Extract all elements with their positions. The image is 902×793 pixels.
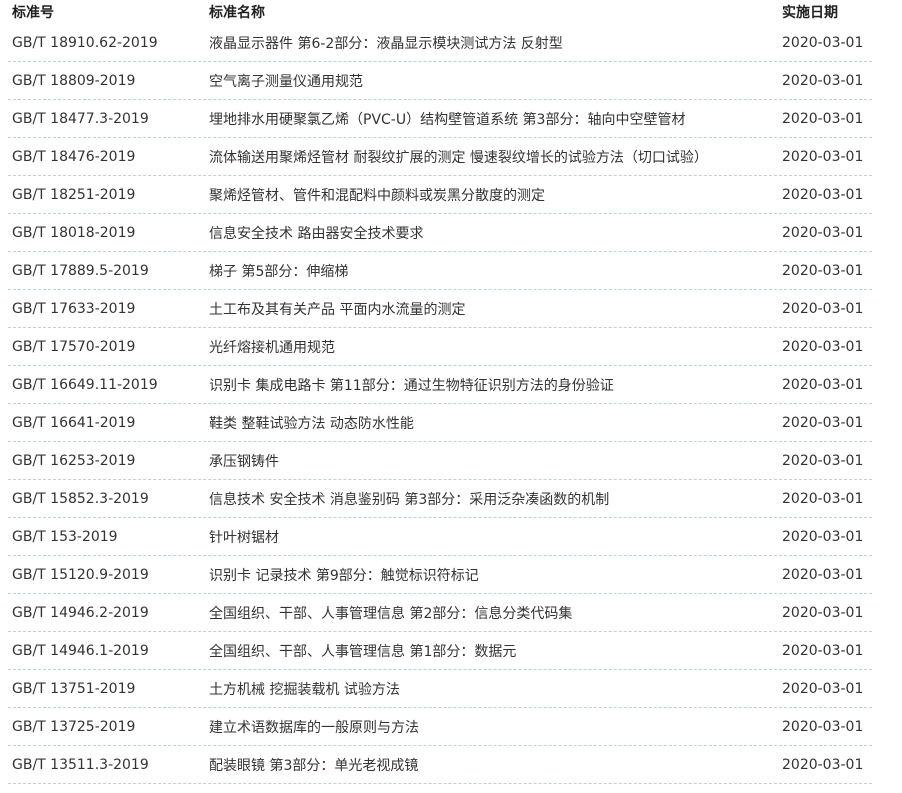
standard-name-link[interactable]: 信息安全技术 路由器安全技术要求 xyxy=(208,223,780,243)
standard-name-link[interactable]: 承压钢铸件 xyxy=(208,451,780,471)
implementation-date: 2020-03-01 xyxy=(782,566,864,583)
implementation-date: 2020-03-01 xyxy=(782,34,864,51)
standard-name-link[interactable]: 识别卡 记录技术 第9部分：触觉标识符标记 xyxy=(208,565,780,585)
standard-number-link[interactable]: GB/T 17633-2019 xyxy=(8,301,208,317)
table-row: GB/T 15120.9-2019 识别卡 记录技术 第9部分：触觉标识符标记 20… xyxy=(8,556,872,594)
implementation-date: 2020-03-01 xyxy=(782,680,864,697)
standard-name-link[interactable]: 光纤熔接机通用规范 xyxy=(208,337,780,357)
standard-name-link[interactable]: 空气离子测量仪通用规范 xyxy=(208,71,780,91)
table-row: GB/T 153-2019 针叶树锯材 2020-03-01 xyxy=(8,518,872,556)
implementation-date: 2020-03-01 xyxy=(782,642,864,659)
standard-name-link[interactable]: 全国组织、干部、人事管理信息 第1部分：数据元 xyxy=(208,641,780,661)
standard-name-link[interactable]: 流体输送用聚烯烃管材 耐裂纹扩展的测定 慢速裂纹增长的试验方法（切口试验） xyxy=(208,147,780,167)
implementation-date: 2020-03-01 xyxy=(782,376,864,393)
table-row: GB/T 14946.2-2019 全国组织、干部、人事管理信息 第2部分：信息分… xyxy=(8,594,872,632)
table-row: GB/T 13511.3-2019 配装眼镜 第3部分：单光老视成镜 2020-03… xyxy=(8,746,872,784)
table-row: GB/T 18477.3-2019 埋地排水用硬聚氯乙烯（PVC-U）结构壁管道系… xyxy=(8,100,872,138)
standard-name-link[interactable]: 针叶树锯材 xyxy=(208,527,780,547)
standard-name-link[interactable]: 识别卡 集成电路卡 第11部分：通过生物特征识别方法的身份验证 xyxy=(208,375,780,395)
standard-name-link[interactable]: 信息技术 安全技术 消息鉴别码 第3部分：采用泛杂凑函数的机制 xyxy=(208,489,780,509)
implementation-date: 2020-03-01 xyxy=(782,338,864,355)
standard-name-link[interactable]: 土方机械 挖掘装载机 试验方法 xyxy=(208,679,780,699)
table-row: GB/T 13725-2019 建立术语数据库的一般原则与方法 2020-03-01 xyxy=(8,708,872,746)
table-row: GB/T 15852.3-2019 信息技术 安全技术 消息鉴别码 第3部分：采用… xyxy=(8,480,872,518)
standard-name-link[interactable]: 配装眼镜 第3部分：单光老视成镜 xyxy=(208,755,780,775)
implementation-date: 2020-03-01 xyxy=(782,414,864,431)
table-row: GB/T 16253-2019 承压钢铸件 2020-03-01 xyxy=(8,442,872,480)
table-row: GB/T 18910.62-2019 液晶显示器件 第6-2部分：液晶显示模块测试… xyxy=(8,24,872,62)
implementation-date: 2020-03-01 xyxy=(782,72,864,89)
standard-name-link[interactable]: 埋地排水用硬聚氯乙烯（PVC-U）结构壁管道系统 第3部分：轴向中空壁管材 xyxy=(208,109,780,129)
table-row: GB/T 13751-2019 土方机械 挖掘装载机 试验方法 2020-03-01 xyxy=(8,670,872,708)
standard-name-link[interactable]: 土工布及其有关产品 平面内水流量的测定 xyxy=(208,299,780,319)
standard-number-link[interactable]: GB/T 15120.9-2019 xyxy=(8,567,208,583)
standard-number-link[interactable]: GB/T 16253-2019 xyxy=(8,453,208,469)
table-row: GB/T 14946.1-2019 全国组织、干部、人事管理信息 第1部分：数据元… xyxy=(8,632,872,670)
table-body: GB/T 18910.62-2019 液晶显示器件 第6-2部分：液晶显示模块测试… xyxy=(8,24,872,784)
table-row: GB/T 16641-2019 鞋类 整鞋试验方法 动态防水性能 2020-03-0… xyxy=(8,404,872,442)
standard-number-link[interactable]: GB/T 18476-2019 xyxy=(8,149,208,165)
standard-number-link[interactable]: GB/T 15852.3-2019 xyxy=(8,491,208,507)
standard-number-link[interactable]: GB/T 17570-2019 xyxy=(8,339,208,355)
table-row: GB/T 17570-2019 光纤熔接机通用规范 2020-03-01 xyxy=(8,328,872,366)
implementation-date: 2020-03-01 xyxy=(782,756,864,773)
table-row: GB/T 18476-2019 流体输送用聚烯烃管材 耐裂纹扩展的测定 慢速裂纹增… xyxy=(8,138,872,176)
table-row: GB/T 17889.5-2019 梯子 第5部分：伸缩梯 2020-03-01 xyxy=(8,252,872,290)
standard-number-link[interactable]: GB/T 16649.11-2019 xyxy=(8,377,208,393)
implementation-date: 2020-03-01 xyxy=(782,186,864,203)
standard-number-link[interactable]: GB/T 18251-2019 xyxy=(8,187,208,203)
implementation-date: 2020-03-01 xyxy=(782,452,864,469)
implementation-date: 2020-03-01 xyxy=(782,604,864,621)
implementation-date: 2020-03-01 xyxy=(782,148,864,165)
standard-number-link[interactable]: GB/T 153-2019 xyxy=(8,529,208,545)
implementation-date: 2020-03-01 xyxy=(782,110,864,127)
implementation-date: 2020-03-01 xyxy=(782,300,864,317)
implementation-date: 2020-03-01 xyxy=(782,490,864,507)
header-implementation-date: 实施日期 xyxy=(782,5,838,21)
table-row: GB/T 17633-2019 土工布及其有关产品 平面内水流量的测定 2020-0… xyxy=(8,290,872,328)
implementation-date: 2020-03-01 xyxy=(782,528,864,545)
standard-name-link[interactable]: 全国组织、干部、人事管理信息 第2部分：信息分类代码集 xyxy=(208,603,780,623)
standard-number-link[interactable]: GB/T 13511.3-2019 xyxy=(8,757,208,773)
standard-number-link[interactable]: GB/T 14946.2-2019 xyxy=(8,605,208,621)
table-row: GB/T 18809-2019 空气离子测量仪通用规范 2020-03-01 xyxy=(8,62,872,100)
standard-name-link[interactable]: 鞋类 整鞋试验方法 动态防水性能 xyxy=(208,413,780,433)
header-standard-number: 标准号 xyxy=(12,5,54,21)
standard-name-link[interactable]: 建立术语数据库的一般原则与方法 xyxy=(208,717,780,737)
implementation-date: 2020-03-01 xyxy=(782,224,864,241)
standards-table: 标准号 标准名称 实施日期 GB/T 18910.62-2019 液晶显示器件 第… xyxy=(8,0,872,784)
standard-number-link[interactable]: GB/T 13725-2019 xyxy=(8,719,208,735)
standard-name-link[interactable]: 聚烯烃管材、管件和混配料中颜料或炭黑分散度的测定 xyxy=(208,185,780,205)
table-row: GB/T 18018-2019 信息安全技术 路由器安全技术要求 2020-03-0… xyxy=(8,214,872,252)
standard-name-link[interactable]: 液晶显示器件 第6-2部分：液晶显示模块测试方法 反射型 xyxy=(208,33,780,53)
standard-number-link[interactable]: GB/T 14946.1-2019 xyxy=(8,643,208,659)
table-row: GB/T 18251-2019 聚烯烃管材、管件和混配料中颜料或炭黑分散度的测定 2… xyxy=(8,176,872,214)
standard-number-link[interactable]: GB/T 18910.62-2019 xyxy=(8,35,208,51)
standard-number-link[interactable]: GB/T 17889.5-2019 xyxy=(8,263,208,279)
implementation-date: 2020-03-01 xyxy=(782,718,864,735)
standard-number-link[interactable]: GB/T 13751-2019 xyxy=(8,681,208,697)
table-row: GB/T 16649.11-2019 识别卡 集成电路卡 第11部分：通过生物特征… xyxy=(8,366,872,404)
standard-number-link[interactable]: GB/T 18809-2019 xyxy=(8,73,208,89)
standard-number-link[interactable]: GB/T 16641-2019 xyxy=(8,415,208,431)
table-header: 标准号 标准名称 实施日期 xyxy=(8,0,872,24)
header-standard-name: 标准名称 xyxy=(209,5,265,21)
standard-name-link[interactable]: 梯子 第5部分：伸缩梯 xyxy=(208,261,780,281)
implementation-date: 2020-03-01 xyxy=(782,262,864,279)
standard-number-link[interactable]: GB/T 18018-2019 xyxy=(8,225,208,241)
standard-number-link[interactable]: GB/T 18477.3-2019 xyxy=(8,111,208,127)
